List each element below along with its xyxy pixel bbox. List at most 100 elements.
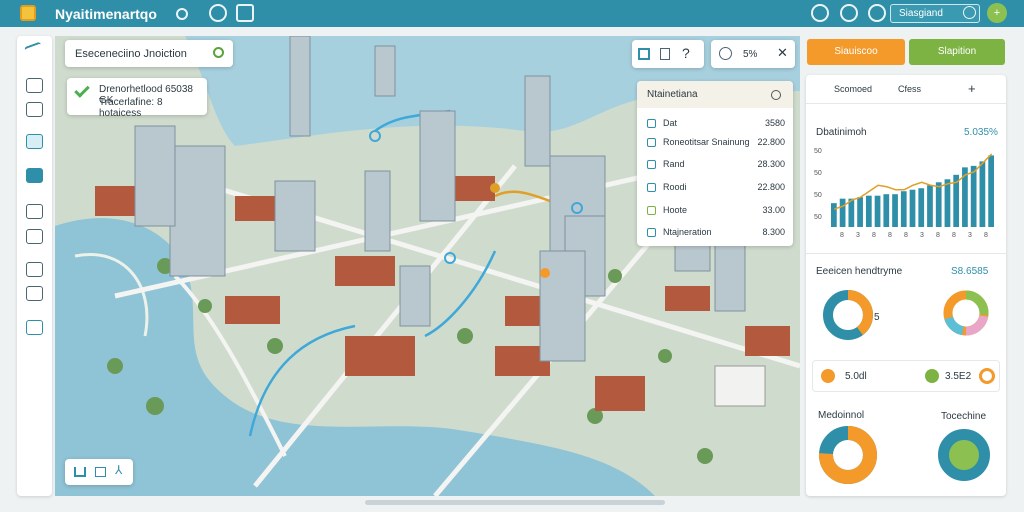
primary-action-button[interactable]: Siauiscoo (807, 39, 905, 65)
clipboard-icon[interactable] (26, 262, 43, 277)
location-icon[interactable] (176, 8, 188, 20)
chart-title: Dbatinimoh (816, 127, 867, 138)
city-map[interactable]: Eseceneciino Jnoiction Drenorhetlood 650… (55, 36, 800, 496)
x-tick-label: 8 (936, 232, 940, 239)
bar-chart: 50 50 50 50 8 3 8 8 8 3 8 8 3 8 (814, 148, 994, 239)
home-icon[interactable] (26, 78, 43, 93)
search-icon[interactable] (213, 47, 224, 58)
secondary-action-button[interactable]: Slapition (909, 39, 1005, 65)
shield-icon[interactable] (209, 4, 227, 22)
chart-bar (883, 194, 890, 227)
tab-cfess[interactable]: Cfess (898, 84, 921, 94)
x-tick-label: 8 (840, 232, 844, 239)
layers-icon[interactable] (95, 467, 106, 477)
donut-caption: 5 (874, 312, 880, 323)
x-tick-label: 8 (888, 232, 892, 239)
analytics-panel: Scomoed Cfess + Dbatinimoh 5.035% 50 50 50… (806, 75, 1006, 496)
x-tick-label: 8 (952, 232, 956, 239)
y-tick-label: 50 (814, 170, 822, 177)
y-tick-label: 50 (814, 214, 822, 221)
chart-bar (970, 165, 977, 227)
app-title: Nyaitimenartqo (55, 6, 157, 22)
home-icon[interactable] (74, 467, 86, 477)
chart-bar (900, 191, 907, 227)
popup-row[interactable]: Rand 28.300 (645, 158, 785, 176)
info-popup-header: Ntainetiana (637, 81, 793, 108)
chart-bar (988, 155, 994, 227)
divider (806, 253, 1006, 254)
settings-icon[interactable]: ✕ (777, 45, 788, 61)
tab-scomoed[interactable]: Scomoed (834, 84, 872, 94)
chart-bar (865, 195, 872, 227)
chart-value: 5.035% (964, 127, 998, 138)
stats-label: 5% (743, 49, 758, 60)
book-icon[interactable] (26, 102, 43, 117)
y-tick-label: 50 (814, 148, 822, 155)
popup-row[interactable]: Ntajneration 8.300 (645, 226, 785, 244)
row-icon (647, 228, 656, 237)
window-icon[interactable] (236, 4, 254, 22)
chart-bar (857, 197, 863, 227)
popup-row[interactable]: Roneotitsar Snainung 22.800 (645, 136, 785, 154)
app-logo-icon (20, 5, 36, 21)
row-icon (647, 206, 656, 215)
grid-icon[interactable] (638, 48, 650, 60)
x-tick-label: 8 (872, 232, 876, 239)
stat-left-icon (821, 369, 835, 383)
panel-icon[interactable] (26, 320, 43, 335)
info-popup-title: Ntainetiana (647, 89, 698, 100)
chart-bar (839, 198, 846, 227)
chart-icon[interactable] (26, 286, 43, 301)
route-status-card: Drenorhetlood 65038 GK Tracerlafine: 8 h… (67, 78, 207, 119)
map-bottom-tools: ⅄ (65, 459, 133, 485)
pin-icon[interactable] (26, 168, 43, 183)
stat-right-icon (925, 369, 939, 383)
popup-row[interactable]: Roodi 22.800 (645, 181, 785, 199)
section3-title-right: Tocechine (941, 411, 987, 422)
popup-row[interactable]: Hoote 33.00 (645, 204, 785, 222)
x-tick-label: 3 (920, 232, 924, 239)
stat-left-value: 5.0dl (845, 371, 867, 382)
avatar[interactable]: + (987, 3, 1007, 23)
location-search-label: Eseceneciino Jnoiction (75, 48, 187, 60)
popup-row[interactable]: Dat 3580 (645, 117, 785, 135)
map-view-toolbar: ? (632, 40, 704, 68)
donut-chart-1 (823, 290, 873, 340)
donut-chart-2 (943, 290, 989, 336)
add-tab-button[interactable]: + (968, 81, 976, 96)
x-tick-label: 8 (904, 232, 908, 239)
globe-icon[interactable] (868, 4, 886, 22)
section2-title: Eeeicen hendtryme (816, 266, 903, 277)
location-search-card[interactable]: Eseceneciino Jnoiction (65, 40, 233, 67)
chart-bar (935, 182, 942, 227)
share-icon[interactable]: ⅄ (115, 463, 122, 477)
chat-icon[interactable] (26, 229, 43, 244)
chart-bar (831, 203, 837, 227)
chart-bar (979, 161, 986, 227)
table-icon[interactable] (660, 48, 670, 60)
help-icon[interactable]: ? (682, 45, 690, 61)
row-icon (647, 183, 656, 192)
chart-bar (892, 194, 898, 227)
clock-icon[interactable] (840, 4, 858, 22)
stats-row: 5.0dl 3.5E2 (812, 360, 1000, 392)
chat-icon[interactable] (719, 47, 732, 60)
search-icon[interactable] (963, 6, 976, 19)
mail-icon[interactable] (26, 204, 43, 219)
image-icon[interactable] (26, 134, 43, 149)
chart-bar (909, 189, 916, 227)
chart-bar (944, 179, 951, 227)
y-tick-label: 50 (814, 192, 822, 199)
route-status-line2: Tracerlafine: 8 hotaicess (99, 97, 163, 119)
download-icon[interactable] (771, 90, 781, 100)
x-tick-label: 3 (856, 232, 860, 239)
row-icon (647, 160, 656, 169)
chart-bar (927, 185, 933, 227)
donut-chart-4 (938, 429, 990, 481)
section3-title: Medoinnol (818, 410, 865, 421)
horizontal-scrollbar[interactable] (365, 500, 665, 505)
row-icon (647, 138, 656, 147)
navigate-icon[interactable] (23, 41, 46, 62)
gear-icon[interactable] (811, 4, 829, 22)
check-icon (74, 82, 90, 98)
